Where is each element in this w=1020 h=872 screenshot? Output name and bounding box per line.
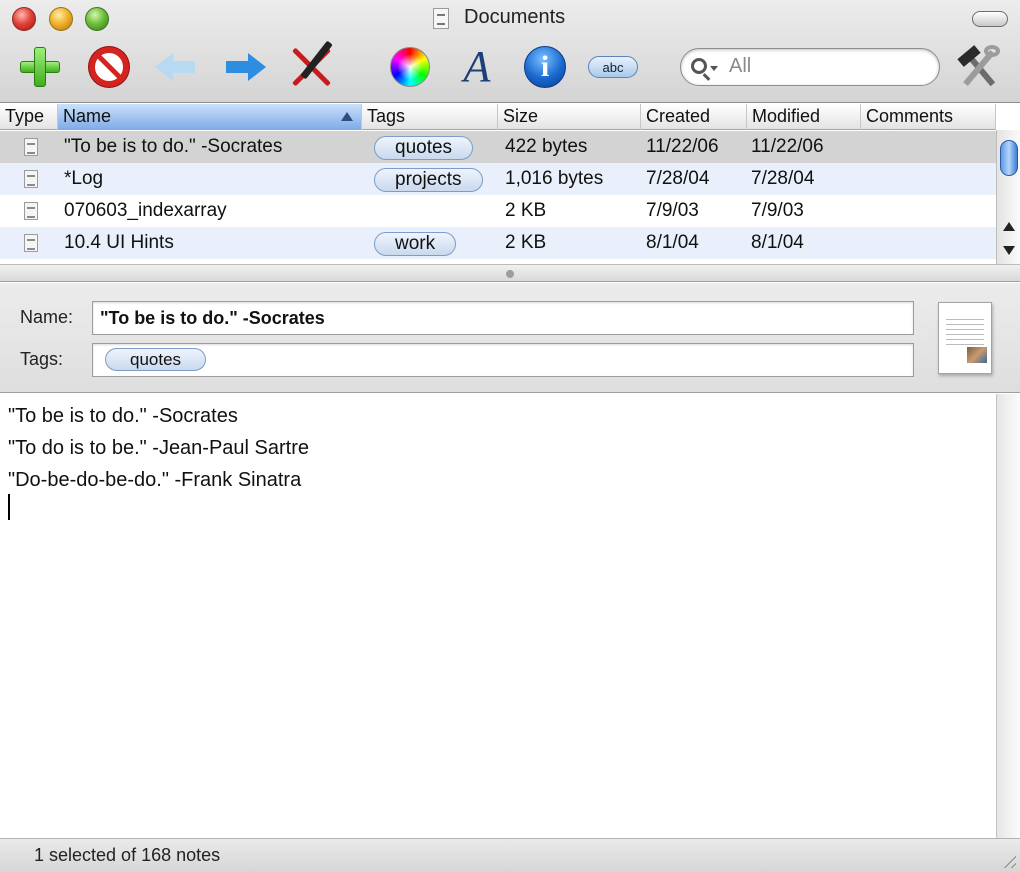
- name-label: Name:: [20, 307, 74, 327]
- delete-note-button[interactable]: [84, 40, 134, 94]
- row-size: 1,016 bytes: [505, 168, 604, 189]
- sort-ascending-icon: [341, 112, 353, 121]
- scroll-up-arrow-icon[interactable]: [1003, 222, 1015, 231]
- spelling-button[interactable]: abc: [584, 40, 642, 94]
- tools-icon: [954, 45, 1004, 89]
- document-icon: [24, 170, 38, 188]
- row-name: 070603_indexarray: [64, 200, 227, 221]
- column-header-comments[interactable]: Comments: [861, 104, 996, 130]
- row-created: 11/22/06: [646, 136, 719, 157]
- column-header-type[interactable]: Type: [0, 104, 58, 130]
- status-bar: 1 selected of 168 notes: [0, 838, 1020, 872]
- row-created: 8/1/04: [646, 232, 699, 253]
- search-field[interactable]: All: [680, 48, 940, 86]
- search-placeholder: All: [729, 55, 752, 77]
- table-header: Type Name Tags Size Created Modified Com…: [0, 104, 996, 130]
- zoom-window-icon[interactable]: [85, 7, 109, 31]
- table-row[interactable]: *Log projects 1,016 bytes 7/28/04 7/28/0…: [0, 163, 996, 195]
- table-row[interactable]: "To be is to do." -Socrates quotes 422 b…: [0, 131, 996, 163]
- right-arrow-icon: [226, 53, 266, 81]
- color-wheel-icon: [390, 47, 430, 87]
- note-document-icon[interactable]: [938, 302, 992, 374]
- search-icon[interactable]: [691, 58, 707, 74]
- note-text-line: "To be is to do." -Socrates: [8, 405, 238, 427]
- no-entry-icon: [89, 47, 129, 87]
- abc-icon: abc: [588, 56, 638, 78]
- toolbar-toggle-button[interactable]: [972, 11, 1008, 27]
- colors-button[interactable]: [386, 40, 434, 94]
- note-text-line: "To do is to be." -Jean-Paul Sartre: [8, 437, 310, 459]
- fonts-button[interactable]: A: [454, 40, 500, 94]
- chevron-down-icon[interactable]: [710, 66, 718, 71]
- row-name: *Log: [64, 168, 104, 189]
- tag-pill[interactable]: work: [374, 232, 457, 256]
- left-arrow-icon: [155, 53, 195, 81]
- row-name: 10.4 UI Hints: [64, 232, 174, 253]
- column-header-name-label: Name: [63, 106, 112, 126]
- add-note-button[interactable]: [16, 40, 64, 94]
- table-scrollbar[interactable]: [996, 130, 1020, 266]
- back-button[interactable]: [152, 40, 198, 94]
- row-modified: 7/9/03: [751, 200, 804, 221]
- document-icon: [24, 202, 38, 220]
- resize-grip-icon[interactable]: [1000, 852, 1016, 868]
- info-button[interactable]: i: [520, 40, 570, 94]
- column-header-created[interactable]: Created: [641, 104, 747, 130]
- notes-table: Type Name Tags Size Created Modified Com…: [0, 104, 996, 264]
- status-text: 1 selected of 168 notes: [34, 845, 221, 865]
- row-created: 7/28/04: [646, 168, 710, 189]
- plus-icon: [20, 47, 60, 87]
- document-icon: [24, 138, 38, 156]
- note-text-line: "Do-be-do-be-do." -Frank Sinatra: [8, 469, 302, 491]
- close-window-icon[interactable]: [12, 7, 36, 31]
- window-toolbar: Documents A i abc All: [0, 0, 1020, 103]
- column-header-modified[interactable]: Modified: [747, 104, 861, 130]
- note-header: Name: "To be is to do." -Socrates Tags: …: [0, 283, 1020, 393]
- editor-scrollbar[interactable]: [996, 394, 1020, 838]
- note-text-editor[interactable]: "To be is to do." -Socrates "To do is to…: [0, 394, 996, 838]
- divider-grip-icon[interactable]: [506, 270, 514, 278]
- note-tags-field[interactable]: quotes: [92, 343, 914, 377]
- row-created: 7/9/03: [646, 200, 699, 221]
- tag-pill[interactable]: projects: [374, 168, 483, 192]
- row-modified: 8/1/04: [751, 232, 804, 253]
- preferences-button[interactable]: [950, 40, 1008, 94]
- column-header-name[interactable]: Name: [58, 104, 362, 130]
- crossed-pen-icon: [287, 40, 337, 92]
- document-icon: [24, 234, 38, 252]
- row-size: 2 KB: [505, 232, 547, 253]
- column-header-tags[interactable]: Tags: [362, 104, 498, 130]
- edit-button[interactable]: [284, 40, 340, 94]
- info-icon: i: [524, 46, 566, 88]
- font-icon: A: [463, 42, 491, 91]
- minimize-window-icon[interactable]: [49, 7, 73, 31]
- column-header-size[interactable]: Size: [498, 104, 641, 130]
- table-row[interactable]: 070603_indexarray 2 KB 7/9/03 7/9/03: [0, 195, 996, 227]
- split-view-divider[interactable]: [0, 264, 1020, 282]
- text-cursor: [8, 494, 10, 520]
- tag-pill[interactable]: quotes: [105, 348, 207, 371]
- scroll-thumb[interactable]: [1000, 140, 1018, 176]
- window-title: Documents: [464, 6, 566, 28]
- row-modified: 11/22/06: [751, 136, 824, 157]
- row-size: 2 KB: [505, 200, 547, 221]
- table-row[interactable]: 10.4 UI Hints work 2 KB 8/1/04 8/1/04: [0, 227, 996, 259]
- note-name-field[interactable]: "To be is to do." -Socrates: [92, 301, 914, 335]
- row-name: "To be is to do." -Socrates: [64, 136, 283, 157]
- forward-button[interactable]: [222, 40, 270, 94]
- row-modified: 7/28/04: [751, 168, 815, 189]
- tag-pill[interactable]: quotes: [374, 136, 474, 160]
- document-proxy-icon[interactable]: [433, 8, 449, 29]
- row-size: 422 bytes: [505, 136, 588, 157]
- scroll-down-arrow-icon[interactable]: [1003, 246, 1015, 255]
- tags-label: Tags:: [20, 349, 64, 369]
